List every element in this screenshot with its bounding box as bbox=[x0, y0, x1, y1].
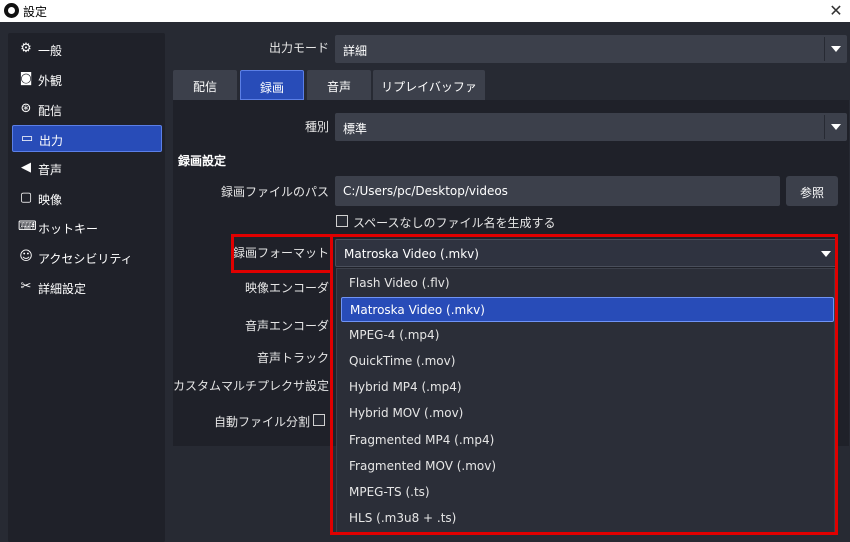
nospace-filename-checkbox[interactable] bbox=[336, 215, 348, 227]
sidebar-item-output[interactable]: ▭ 出力 bbox=[12, 125, 162, 152]
recording-path-value: C:/Users/pc/Desktop/videos bbox=[343, 184, 508, 198]
monitor-icon: ▢ bbox=[19, 190, 33, 205]
sidebar-item-label: 出力 bbox=[39, 134, 64, 148]
sidebar-item-label: 音声 bbox=[38, 163, 63, 177]
path-label: 録画ファイルのパス bbox=[220, 185, 329, 199]
sidebar-item-audio[interactable]: ◀ 音声 bbox=[12, 155, 162, 182]
tab-audio[interactable]: 音声 bbox=[307, 70, 371, 100]
format-option[interactable]: Fragmented MP4 (.mp4) bbox=[341, 428, 834, 453]
format-option[interactable]: HLS (.m3u8 + .ts) bbox=[341, 506, 834, 531]
format-option-label: QuickTime (.mov) bbox=[349, 354, 456, 368]
tab-replay-buffer[interactable]: リプレイバッファ bbox=[373, 70, 485, 100]
format-option[interactable]: MPEG-TS (.ts) bbox=[341, 480, 834, 505]
recording-format-select[interactable]: Matroska Video (.mkv) bbox=[335, 239, 838, 267]
tab-label: 録画 bbox=[259, 81, 284, 95]
format-option[interactable]: QuickTime (.mov) bbox=[341, 349, 834, 374]
tab-stream[interactable]: 配信 bbox=[173, 70, 237, 100]
tab-label: リプレイバッファ bbox=[381, 80, 477, 94]
appearance-icon: ◙ bbox=[19, 71, 33, 86]
type-value: 標準 bbox=[343, 122, 368, 136]
browse-button-label: 参照 bbox=[799, 186, 824, 200]
sidebar-item-label: 詳細設定 bbox=[38, 282, 87, 296]
output-mode-select[interactable]: 詳細 bbox=[335, 35, 847, 63]
recording-path-input[interactable]: C:/Users/pc/Desktop/videos bbox=[335, 176, 780, 206]
settings-sidebar: ⚙ 一般 ◙ 外観 ⊛ 配信 ▭ 出力 ◀ 音声 ▢ 映像 ⌨ ホットキー ☺ … bbox=[8, 33, 165, 542]
format-option-label: Fragmented MOV (.mov) bbox=[349, 459, 497, 473]
video-encoder-label: 映像エンコーダ bbox=[244, 281, 329, 295]
custom-muxer-label: カスタムマルチプレクサ設定 bbox=[172, 379, 329, 393]
speaker-icon: ◀ bbox=[21, 160, 31, 175]
select-divider bbox=[824, 115, 825, 139]
chevron-down-icon bbox=[821, 251, 831, 257]
audio-track-label: 音声トラック bbox=[256, 351, 329, 365]
format-option-label: Fragmented MP4 (.mp4) bbox=[349, 433, 495, 447]
sidebar-item-video[interactable]: ▢ 映像 bbox=[12, 185, 162, 212]
broadcast-icon: ⊛ bbox=[20, 101, 32, 116]
select-divider bbox=[824, 37, 825, 61]
type-select[interactable]: 標準 bbox=[335, 113, 847, 141]
sidebar-item-label: 外観 bbox=[38, 74, 63, 88]
format-option[interactable]: MPEG-4 (.mp4) bbox=[341, 323, 834, 348]
format-option-label: MPEG-4 (.mp4) bbox=[349, 328, 440, 342]
sidebar-item-label: ホットキー bbox=[38, 222, 99, 236]
format-option-label: Flash Video (.flv) bbox=[349, 276, 450, 290]
accessibility-icon: ☺ bbox=[19, 249, 33, 264]
browse-button[interactable]: 参照 bbox=[786, 176, 838, 206]
format-option-label: Hybrid MOV (.mov) bbox=[349, 406, 464, 420]
sidebar-item-label: 一般 bbox=[38, 44, 63, 58]
sidebar-item-accessibility[interactable]: ☺ アクセシビリティ bbox=[12, 244, 162, 271]
sidebar-item-advanced[interactable]: ✂ 詳細設定 bbox=[12, 274, 162, 301]
window-title: 設定 bbox=[23, 5, 48, 19]
keyboard-icon: ⌨ bbox=[18, 219, 37, 234]
gear-icon: ⚙ bbox=[20, 41, 32, 56]
format-option[interactable]: Hybrid MP4 (.mp4) bbox=[341, 375, 834, 400]
sidebar-item-appearance[interactable]: ◙ 外観 bbox=[12, 66, 162, 93]
chevron-down-icon bbox=[831, 46, 841, 52]
format-option-label: MPEG-TS (.ts) bbox=[349, 485, 430, 499]
output-mode-value: 詳細 bbox=[343, 44, 368, 58]
recording-format-dropdown: Flash Video (.flv) Matroska Video (.mkv)… bbox=[336, 268, 835, 534]
chevron-down-icon bbox=[831, 124, 841, 130]
auto-split-label: 自動ファイル分割 bbox=[213, 415, 310, 429]
tab-label: 音声 bbox=[326, 80, 351, 94]
auto-split-checkbox[interactable] bbox=[313, 414, 325, 426]
sidebar-item-label: アクセシビリティ bbox=[38, 252, 133, 266]
format-option[interactable]: Hybrid MOV (.mov) bbox=[341, 401, 834, 426]
audio-encoder-label: 音声エンコーダ bbox=[244, 319, 329, 333]
recording-section-title: 録画設定 bbox=[178, 154, 227, 168]
format-option-label: Hybrid MP4 (.mp4) bbox=[349, 380, 462, 394]
format-option[interactable]: Flash Video (.flv) bbox=[341, 271, 834, 296]
output-mode-label: 出力モード bbox=[268, 41, 329, 55]
tab-label: 配信 bbox=[192, 80, 217, 94]
format-option-selected[interactable]: Matroska Video (.mkv) bbox=[341, 297, 834, 322]
format-option[interactable]: Fragmented MOV (.mov) bbox=[341, 454, 834, 479]
obs-logo-icon bbox=[4, 3, 19, 18]
nospace-filename-label: スペースなしのファイル名を生成する bbox=[353, 216, 556, 230]
sidebar-item-stream[interactable]: ⊛ 配信 bbox=[12, 96, 162, 123]
output-icon: ▭ bbox=[20, 131, 34, 146]
type-label: 種別 bbox=[304, 120, 329, 134]
format-option-label: Matroska Video (.mkv) bbox=[350, 303, 485, 317]
tab-recording[interactable]: 録画 bbox=[240, 70, 304, 100]
format-option-label: HLS (.m3u8 + .ts) bbox=[349, 511, 457, 525]
format-label: 録画フォーマット bbox=[232, 246, 329, 260]
sidebar-item-general[interactable]: ⚙ 一般 bbox=[12, 36, 162, 63]
sidebar-item-hotkeys[interactable]: ⌨ ホットキー bbox=[12, 214, 162, 241]
sidebar-item-label: 配信 bbox=[38, 104, 63, 118]
tools-icon: ✂ bbox=[20, 279, 32, 294]
recording-format-value: Matroska Video (.mkv) bbox=[344, 247, 479, 261]
close-icon[interactable]: ✕ bbox=[826, 1, 846, 21]
sidebar-item-label: 映像 bbox=[38, 193, 63, 207]
title-bar: 設定 ✕ bbox=[0, 0, 850, 22]
